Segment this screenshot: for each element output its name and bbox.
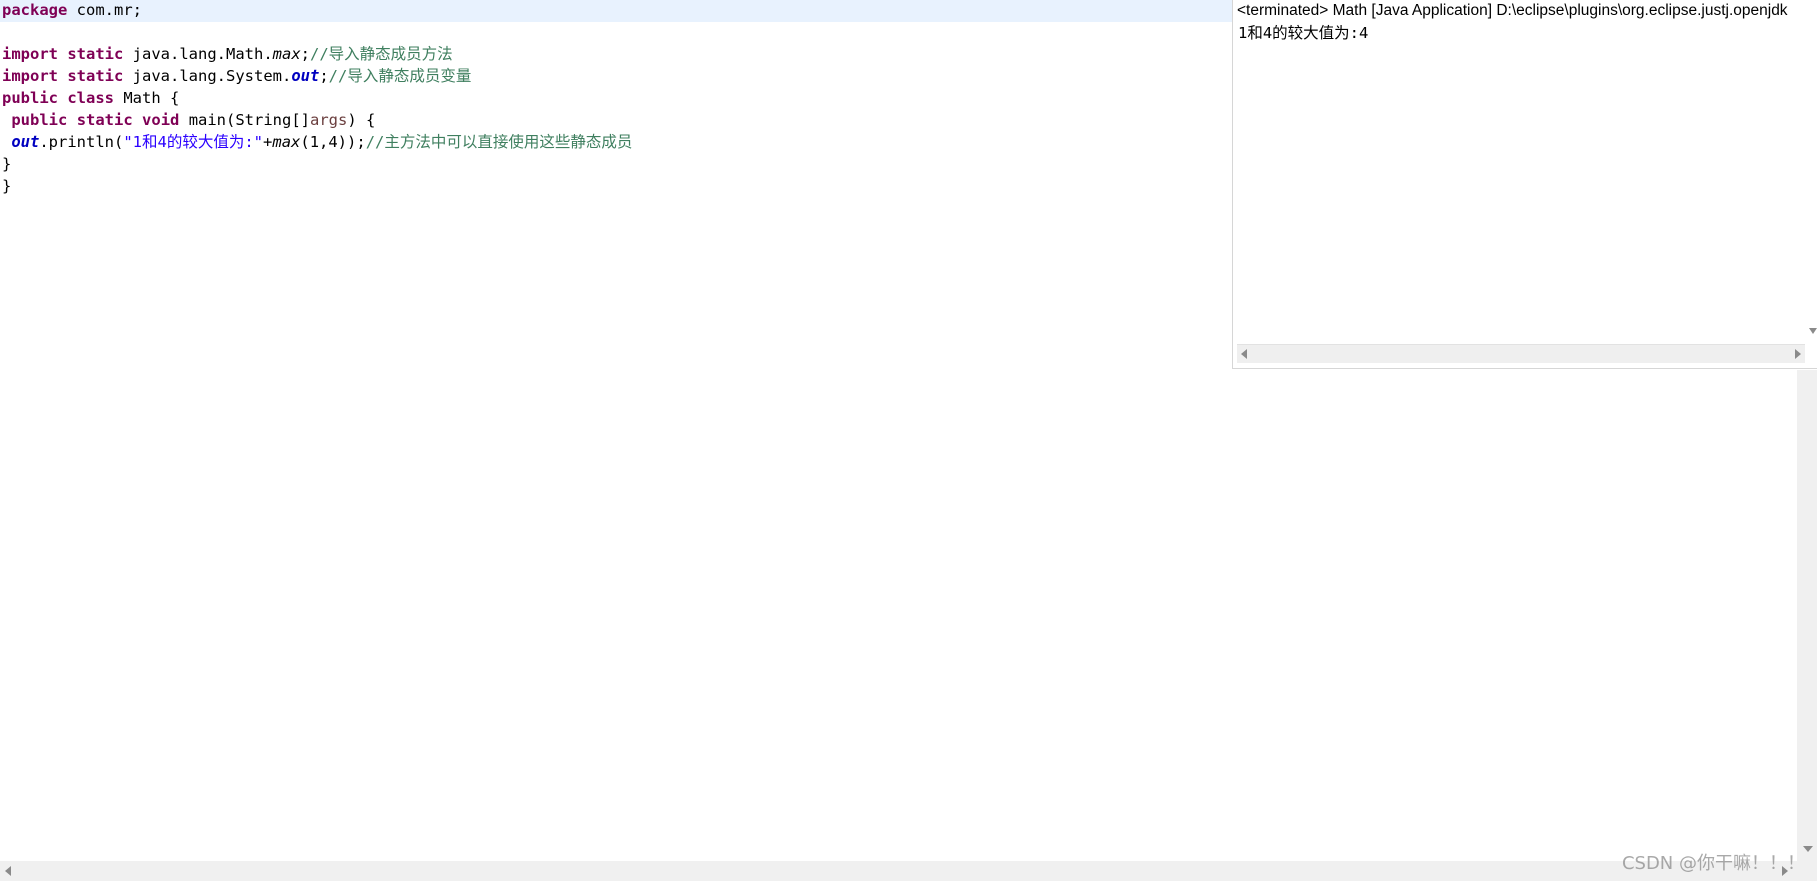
code-line[interactable]: public class Math { — [2, 88, 179, 109]
console-scroll-down-icon[interactable] — [1809, 328, 1817, 334]
console-title: <terminated> Math [Java Application] D:\… — [1237, 2, 1788, 19]
code-token: ) { — [347, 111, 376, 129]
code-token: //导入静态成员变量 — [328, 67, 472, 85]
code-token: + — [263, 133, 273, 151]
console-view[interactable]: <terminated> Math [Java Application] D:\… — [1232, 0, 1817, 369]
code-token: static — [67, 67, 124, 85]
code-line[interactable]: import static java.lang.Math.max;//导入静态成… — [2, 44, 453, 65]
code-token: .println( — [39, 133, 124, 151]
editor-vertical-scrollbar[interactable] — [1797, 370, 1817, 861]
code-token: } — [2, 177, 12, 195]
code-token: max — [272, 133, 301, 151]
current-line-highlight — [0, 0, 1235, 22]
code-token: ; — [319, 67, 329, 85]
code-token: //导入静态成员方法 — [310, 45, 453, 63]
code-token: import — [2, 45, 58, 63]
code-token: java.lang.System. — [123, 67, 292, 85]
code-line[interactable]: } — [2, 176, 11, 197]
code-token: (1,4)); — [300, 133, 366, 151]
code-token: static — [76, 111, 133, 129]
console-horizontal-scrollbar[interactable] — [1237, 344, 1805, 363]
code-line[interactable]: import static java.lang.System.out;//导入静… — [2, 66, 471, 87]
code-line[interactable]: package com.mr; — [2, 0, 142, 21]
scroll-right-icon[interactable] — [1795, 349, 1801, 359]
editor-horizontal-scrollbar[interactable] — [0, 861, 1817, 881]
code-token: //主方法中可以直接使用这些静态成员 — [365, 133, 633, 151]
code-token: max — [272, 45, 301, 63]
csdn-watermark: CSDN @你干嘛！！！ — [1621, 853, 1805, 874]
code-token: ; — [300, 45, 310, 63]
code-token: } — [2, 155, 12, 173]
code-token: com.mr; — [67, 1, 142, 19]
code-token: static — [67, 45, 124, 63]
code-token: package — [2, 1, 68, 19]
code-token: class — [67, 89, 115, 107]
code-token: main(String[] — [179, 111, 311, 129]
code-token: out — [291, 67, 320, 85]
scroll-left-icon[interactable] — [5, 866, 11, 876]
console-output[interactable]: 1和4的较大值为:4 — [1238, 22, 1368, 44]
code-token: public — [11, 111, 68, 129]
code-token: "1和4的较大值为:" — [123, 133, 264, 151]
code-token: import — [2, 67, 58, 85]
code-token: out — [11, 133, 40, 151]
code-token: void — [142, 111, 180, 129]
code-line[interactable]: public static void main(String[]args) { — [2, 110, 375, 131]
code-line[interactable]: } — [2, 154, 11, 175]
code-token: java.lang.Math. — [123, 45, 273, 63]
scroll-left-icon[interactable] — [1241, 349, 1247, 359]
code-line[interactable]: out.println("1和4的较大值为:"+max(1,4));//主方法中… — [2, 132, 632, 153]
code-token: public — [2, 89, 58, 107]
code-token: args — [310, 111, 348, 129]
code-token: Math { — [114, 89, 180, 107]
